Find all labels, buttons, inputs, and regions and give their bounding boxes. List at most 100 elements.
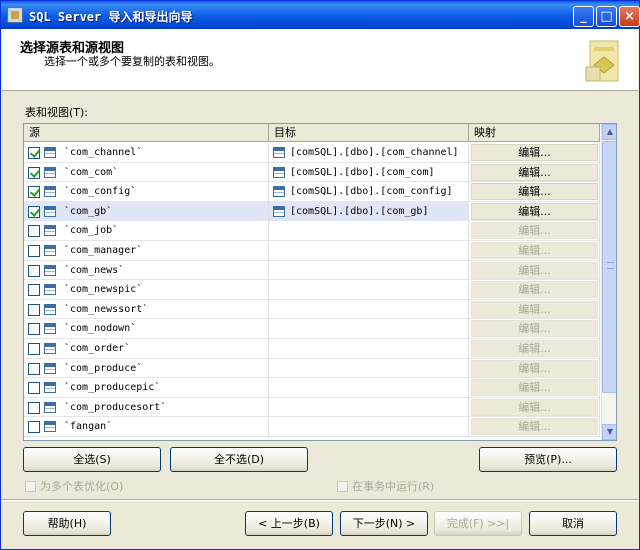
- table-row[interactable]: `com_newssort` 编辑...: [24, 299, 600, 320]
- edit-mapping-button[interactable]: 编辑...: [471, 241, 598, 259]
- target-cell[interactable]: [269, 358, 469, 379]
- source-cell[interactable]: `com_order`: [24, 338, 269, 359]
- target-cell[interactable]: [269, 240, 469, 261]
- table-row[interactable]: `com_manager` 编辑...: [24, 240, 600, 261]
- target-cell[interactable]: [269, 338, 469, 359]
- table-row[interactable]: `com_gb` [comSQL].[dbo].[com_gb] 编辑...: [24, 201, 600, 222]
- source-cell[interactable]: `com_manager`: [24, 240, 269, 261]
- table-row[interactable]: `com_producesort` 编辑...: [24, 397, 600, 418]
- source-cell[interactable]: `com_com`: [24, 162, 269, 183]
- transaction-checkbox[interactable]: [337, 481, 348, 492]
- source-cell[interactable]: `com_nodown`: [24, 319, 269, 339]
- scroll-down-icon[interactable]: ▼: [602, 424, 616, 440]
- column-header-source[interactable]: 源: [24, 124, 269, 142]
- target-cell[interactable]: [269, 378, 469, 398]
- edit-mapping-button[interactable]: 编辑...: [471, 320, 598, 338]
- edit-mapping-button[interactable]: 编辑...: [471, 300, 598, 318]
- table-row[interactable]: `com_producepic` 编辑...: [24, 378, 600, 398]
- table-row[interactable]: `com_channel` [comSQL].[dbo].[com_channel…: [24, 143, 600, 163]
- source-cell[interactable]: `com_producepic`: [24, 378, 269, 398]
- scroll-thumb[interactable]: [602, 141, 616, 393]
- edit-mapping-button[interactable]: 编辑...: [471, 281, 598, 299]
- source-cell[interactable]: `com_job`: [24, 221, 269, 241]
- source-cell[interactable]: `com_produce`: [24, 358, 269, 379]
- target-cell[interactable]: [comSQL].[dbo].[com_channel]: [269, 143, 469, 163]
- source-cell[interactable]: `com_news`: [24, 260, 269, 281]
- edit-mapping-button[interactable]: 编辑...: [471, 379, 598, 397]
- run-in-transaction-option[interactable]: 在事务中运行(R): [337, 478, 434, 494]
- column-header-mapping[interactable]: 映射: [469, 124, 600, 142]
- row-checkbox[interactable]: [28, 421, 40, 434]
- row-checkbox[interactable]: [28, 166, 40, 179]
- target-cell[interactable]: [269, 221, 469, 241]
- target-cell[interactable]: [269, 417, 469, 437]
- source-name: `com_newspic`: [64, 284, 143, 296]
- edit-mapping-button[interactable]: 编辑...: [471, 144, 598, 161]
- source-cell[interactable]: `fangan`: [24, 417, 269, 437]
- row-checkbox[interactable]: [28, 205, 40, 218]
- row-checkbox[interactable]: [28, 225, 40, 238]
- help-button[interactable]: 帮助(H): [23, 511, 111, 536]
- title-bar[interactable]: SQL Server 导入和导出向导 _ □ ×: [1, 1, 640, 29]
- source-cell[interactable]: `com_producesort`: [24, 397, 269, 418]
- row-checkbox[interactable]: [28, 362, 40, 375]
- close-button[interactable]: ×: [619, 6, 640, 27]
- source-cell[interactable]: `com_channel`: [24, 143, 269, 163]
- edit-mapping-button[interactable]: 编辑...: [471, 339, 598, 357]
- select-all-button[interactable]: 全选(S): [23, 447, 161, 472]
- vertical-scrollbar[interactable]: ▲ ▼: [601, 124, 616, 440]
- row-checkbox[interactable]: [28, 147, 40, 159]
- optimize-checkbox[interactable]: [25, 481, 36, 492]
- target-cell[interactable]: [comSQL].[dbo].[com_gb]: [269, 201, 469, 222]
- target-cell[interactable]: [269, 280, 469, 300]
- maximize-button[interactable]: □: [596, 6, 617, 27]
- table-row[interactable]: `com_newspic` 编辑...: [24, 280, 600, 300]
- edit-mapping-button[interactable]: 编辑...: [471, 359, 598, 377]
- edit-mapping-button[interactable]: 编辑...: [471, 222, 598, 240]
- preview-button[interactable]: 预览(P)...: [479, 447, 617, 472]
- column-header-target[interactable]: 目标: [269, 124, 469, 142]
- next-button[interactable]: 下一步(N) >: [340, 511, 428, 536]
- deselect-all-button[interactable]: 全不选(D): [170, 447, 308, 472]
- table-row[interactable]: `com_nodown` 编辑...: [24, 319, 600, 339]
- table-row[interactable]: `com_job` 编辑...: [24, 221, 600, 241]
- edit-mapping-button[interactable]: 编辑...: [471, 418, 598, 436]
- target-cell[interactable]: [comSQL].[dbo].[com_config]: [269, 182, 469, 202]
- table-row[interactable]: `com_news` 编辑...: [24, 260, 600, 281]
- edit-mapping-button[interactable]: 编辑...: [471, 163, 598, 181]
- edit-mapping-button[interactable]: 编辑...: [471, 261, 598, 279]
- tables-grid[interactable]: 源 目标 映射 `com_channel` [comSQL].[dbo].[com…: [23, 123, 617, 441]
- finish-button[interactable]: 完成(F) >>|: [434, 511, 522, 536]
- row-checkbox[interactable]: [28, 186, 40, 199]
- row-checkbox[interactable]: [28, 244, 40, 257]
- table-row[interactable]: `com_config` [comSQL].[dbo].[com_config] 编…: [24, 182, 600, 202]
- scroll-up-icon[interactable]: ▲: [602, 124, 616, 140]
- edit-mapping-button[interactable]: 编辑...: [471, 398, 598, 416]
- row-checkbox[interactable]: [28, 303, 40, 316]
- row-checkbox[interactable]: [28, 284, 40, 297]
- row-checkbox[interactable]: [28, 323, 40, 336]
- row-checkbox[interactable]: [28, 382, 40, 395]
- edit-mapping-button[interactable]: 编辑...: [471, 183, 598, 201]
- back-button[interactable]: < 上一步(B): [245, 511, 333, 536]
- table-row[interactable]: `fangan` 编辑...: [24, 417, 600, 437]
- source-cell[interactable]: `com_newspic`: [24, 280, 269, 300]
- target-cell[interactable]: [269, 299, 469, 320]
- row-checkbox[interactable]: [28, 401, 40, 414]
- minimize-button[interactable]: _: [573, 6, 594, 27]
- row-checkbox[interactable]: [28, 264, 40, 277]
- cancel-button[interactable]: 取消: [529, 511, 617, 536]
- table-row[interactable]: `com_produce` 编辑...: [24, 358, 600, 379]
- edit-mapping-button[interactable]: 编辑...: [471, 202, 598, 220]
- source-cell[interactable]: `com_config`: [24, 182, 269, 202]
- source-cell[interactable]: `com_newssort`: [24, 299, 269, 320]
- target-cell[interactable]: [comSQL].[dbo].[com_com]: [269, 162, 469, 183]
- source-cell[interactable]: `com_gb`: [24, 201, 269, 222]
- target-cell[interactable]: [269, 260, 469, 281]
- target-cell[interactable]: [269, 397, 469, 418]
- table-row[interactable]: `com_order` 编辑...: [24, 338, 600, 359]
- optimize-multiple-option[interactable]: 为多个表优化(O): [25, 478, 123, 494]
- row-checkbox[interactable]: [28, 342, 40, 355]
- target-cell[interactable]: [269, 319, 469, 339]
- table-row[interactable]: `com_com` [comSQL].[dbo].[com_com] 编辑...: [24, 162, 600, 183]
